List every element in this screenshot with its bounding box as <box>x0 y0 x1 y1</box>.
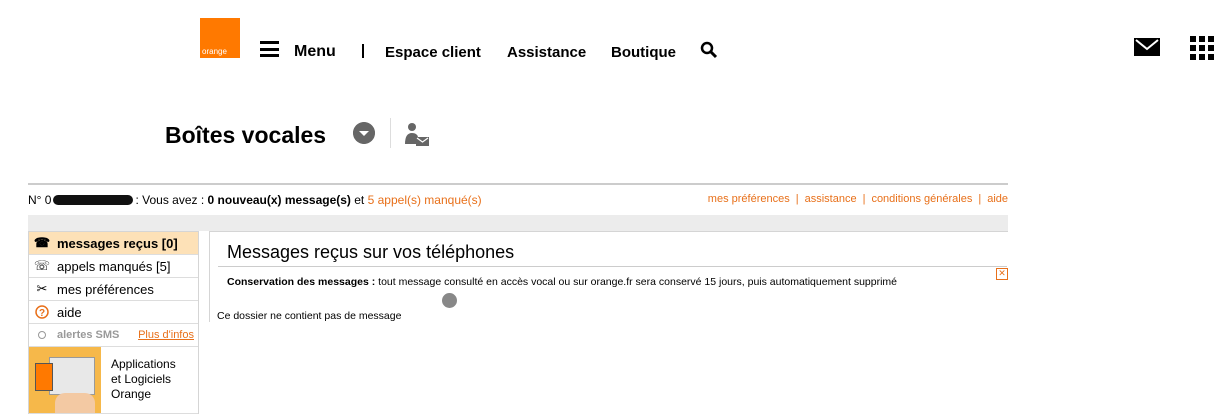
page-title: Boîtes vocales <box>165 122 327 148</box>
sidebar-item-label: aide <box>57 304 82 320</box>
promo-line2: et Logiciels <box>111 372 172 386</box>
status-line: N° 0 : Vous avez : 0 nouveau(x) message(s… <box>28 193 482 207</box>
promo-image <box>29 347 101 413</box>
svg-text:?: ? <box>39 308 45 319</box>
empty-folder-message: Ce dossier ne contient pas de message <box>217 310 402 322</box>
logo-text: orange <box>202 47 227 56</box>
conservation-label: Conservation des messages : <box>227 276 376 288</box>
close-icon[interactable]: ✕ <box>996 268 1008 280</box>
sidebar: ☎ messages reçus [0] ☏ appels manqués [5… <box>28 231 199 414</box>
missed-call-icon: ☏ <box>33 258 51 273</box>
search-icon[interactable] <box>700 41 718 59</box>
hamburger-icon[interactable] <box>260 41 279 57</box>
help-icon: ? <box>33 304 51 320</box>
status-and: et <box>350 193 368 207</box>
sms-alerts-label: alertes SMS <box>57 329 120 341</box>
content-title: Messages reçus sur vos téléphones <box>227 242 515 262</box>
orange-logo[interactable]: orange <box>200 18 240 58</box>
title-divider <box>390 118 391 148</box>
link-preferences[interactable]: mes préférences <box>708 193 790 205</box>
masked-number <box>53 195 134 205</box>
conservation-notice: Conservation des messages : tout message… <box>227 276 897 288</box>
radio-icon[interactable] <box>33 327 51 343</box>
mail-icon[interactable] <box>1134 38 1160 56</box>
nav-boutique[interactable]: Boutique <box>611 44 676 61</box>
nav-divider <box>362 44 364 58</box>
sidebar-item-preferences[interactable]: ✂ mes préférences <box>29 278 198 301</box>
new-messages-count: 0 nouveau(x) message(s) <box>207 193 351 207</box>
apps-grid-icon[interactable] <box>1190 36 1214 60</box>
sidebar-item-messages-recus[interactable]: ☎ messages reçus [0] <box>29 232 198 255</box>
link-assistance[interactable]: assistance <box>805 193 857 205</box>
conservation-text: tout message consulté en accès vocal ou … <box>375 276 898 288</box>
cursor-dot <box>442 293 457 308</box>
tools-icon: ✂ <box>36 281 48 296</box>
promo-line3: Orange <box>111 387 152 401</box>
chevron-down-icon[interactable] <box>353 122 375 144</box>
sidebar-item-label: appels manqués [5] <box>57 258 171 274</box>
content-rule <box>218 266 1007 267</box>
promo-line1: Applications <box>111 357 176 371</box>
promo-apps[interactable]: Applications et Logiciels Orange <box>29 347 198 414</box>
sidebar-item-label: messages reçus [0] <box>57 235 178 251</box>
sidebar-item-label: mes préférences <box>57 281 154 297</box>
top-links: mes préférences | assistance | conditions gé… <box>707 193 1008 205</box>
sms-alerts-row: alertes SMS Plus d'infos <box>29 324 198 347</box>
link-aide[interactable]: aide <box>987 193 1008 205</box>
voicemail-icon: ☎ <box>33 235 51 250</box>
sidebar-item-aide[interactable]: ? aide <box>29 301 198 324</box>
number-prefix: N° 0 <box>28 193 52 207</box>
menu-button[interactable]: Menu <box>294 43 336 61</box>
user-mail-icon[interactable] <box>404 122 430 148</box>
missed-calls-link[interactable]: 5 appel(s) manqué(s) <box>368 193 482 207</box>
more-info-link[interactable]: Plus d'infos <box>138 329 194 341</box>
nav-assistance[interactable]: Assistance <box>507 44 586 61</box>
status-text: : Vous avez : <box>135 193 208 207</box>
sidebar-item-appels-manques[interactable]: ☏ appels manqués [5] <box>29 255 198 278</box>
link-conditions[interactable]: conditions générales <box>871 193 972 205</box>
header-rule <box>28 183 1008 185</box>
grey-band <box>28 215 1008 231</box>
nav-espace-client[interactable]: Espace client <box>385 44 481 61</box>
